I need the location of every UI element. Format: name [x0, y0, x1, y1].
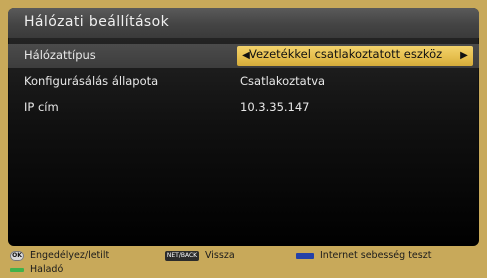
- network-settings-panel: Hálózati beállítások Hálózattípus ◀ Veze…: [8, 8, 479, 246]
- footer-green-text: Haladó: [30, 264, 64, 275]
- footer-ok[interactable]: OK Engedélyez/letilt: [10, 250, 109, 261]
- footer-blue-text: Internet sebesség teszt: [320, 250, 432, 261]
- blue-button-icon: [296, 252, 314, 259]
- netback-button-icon: NET/BACK: [165, 250, 199, 261]
- row-config-status: Konfigurásálás állapota Csatlakoztatva: [8, 70, 479, 94]
- right-arrow-icon[interactable]: ▶: [459, 50, 469, 62]
- footer-blue[interactable]: Internet sebesség teszt: [296, 250, 431, 261]
- panel-header: Hálózati beállítások: [8, 8, 479, 38]
- green-button-icon: [10, 267, 24, 272]
- footer-ok-text: Engedélyez/letilt: [30, 250, 110, 261]
- footer-netback[interactable]: NET/BACK Vissza: [165, 250, 235, 261]
- footer-green[interactable]: Haladó: [10, 264, 63, 275]
- network-type-value: Vezetékkel csatlakoztatott eszköz: [249, 47, 443, 61]
- netback-key-label: NET/BACK: [166, 251, 198, 259]
- footer-netback-text: Vissza: [205, 250, 235, 261]
- footer-help-bar: OK Engedélyez/letilt Haladó NET/BACK Vis…: [0, 246, 487, 278]
- ip-address-value: 10.3.35.147: [240, 100, 310, 114]
- row-label-ip-address: IP cím: [24, 100, 59, 114]
- ok-button-icon: OK: [10, 250, 24, 261]
- ok-key-label: OK: [12, 251, 22, 259]
- row-ip-address: IP cím 10.3.35.147: [8, 96, 479, 120]
- page-title: Hálózati beállítások: [24, 14, 170, 30]
- row-label-config-status: Konfigurásálás állapota: [24, 74, 159, 88]
- config-status-value: Csatlakoztatva: [240, 74, 326, 88]
- row-label-network-type: Hálózattípus: [24, 48, 96, 62]
- row-network-type[interactable]: Hálózattípus ◀ Vezetékkel csatlakoztatot…: [8, 44, 479, 68]
- network-type-select[interactable]: ◀ Vezetékkel csatlakoztatott eszköz ▶: [237, 46, 473, 66]
